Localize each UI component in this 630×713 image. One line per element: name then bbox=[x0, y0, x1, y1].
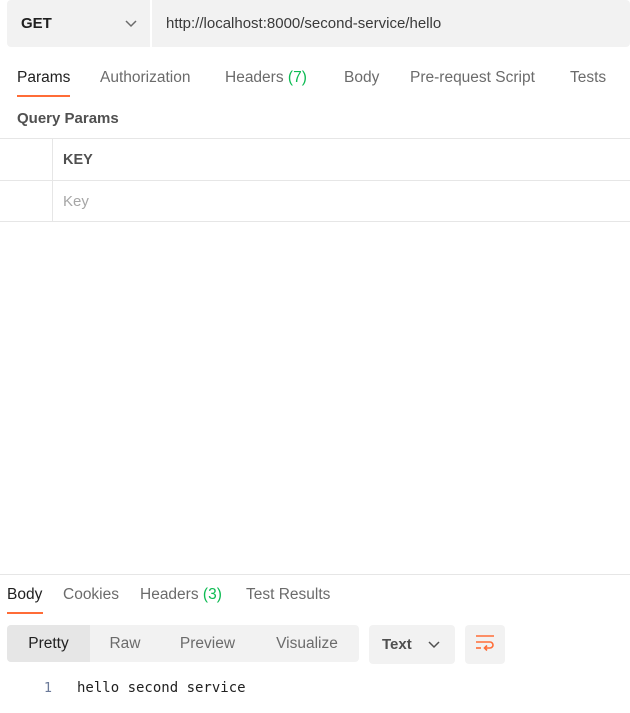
request-bar: GET http://localhost:8000/second-service… bbox=[7, 0, 630, 47]
wrap-lines-icon bbox=[474, 633, 496, 656]
resp-tab-body[interactable]: Body bbox=[7, 586, 42, 604]
format-label: Text bbox=[382, 636, 412, 653]
resp-tab-test-results-label: Test Results bbox=[246, 586, 331, 603]
chevron-down-icon bbox=[124, 17, 138, 31]
tab-tests[interactable]: Tests bbox=[570, 69, 606, 87]
tab-headers-count: (7) bbox=[287, 69, 307, 86]
view-raw-button[interactable]: Raw bbox=[90, 625, 160, 662]
wrap-lines-button[interactable] bbox=[465, 625, 505, 664]
resp-tab-headers-label: Headers bbox=[140, 586, 199, 603]
tab-body-label: Body bbox=[344, 69, 380, 86]
active-resp-tab-underline bbox=[7, 612, 43, 614]
line-number: 1 bbox=[43, 680, 52, 696]
tab-tests-label: Tests bbox=[570, 69, 607, 86]
format-select[interactable]: Text bbox=[369, 625, 455, 664]
response-divider bbox=[0, 574, 630, 575]
response-body-line: 1 hello second service bbox=[0, 678, 630, 700]
tab-pre-request-script-label: Pre-request Script bbox=[410, 69, 535, 86]
resp-tab-test-results[interactable]: Test Results bbox=[246, 586, 330, 604]
tab-authorization[interactable]: Authorization bbox=[100, 69, 190, 87]
response-body-text: hello second service bbox=[77, 680, 246, 696]
url-text: http://localhost:8000/second-service/hel… bbox=[166, 15, 442, 32]
tab-headers-label: Headers bbox=[225, 69, 284, 86]
resp-tab-headers-count: (3) bbox=[202, 586, 222, 603]
resp-tab-cookies[interactable]: Cookies bbox=[63, 586, 119, 604]
request-tabs: Params Authorization Headers (7) Body Pr… bbox=[0, 58, 630, 98]
method-label: GET bbox=[21, 15, 52, 32]
query-params-title: Query Params bbox=[17, 110, 119, 127]
view-pretty-button[interactable]: Pretty bbox=[7, 625, 90, 662]
resp-tab-headers[interactable]: Headers (3) bbox=[140, 586, 222, 604]
view-mode-group: Pretty Raw Preview Visualize bbox=[7, 625, 359, 662]
resp-tab-body-label: Body bbox=[7, 586, 43, 603]
key-column-header: KEY bbox=[63, 151, 93, 168]
view-visualize-button[interactable]: Visualize bbox=[255, 625, 359, 662]
resp-tab-cookies-label: Cookies bbox=[63, 586, 119, 603]
tab-authorization-label: Authorization bbox=[100, 69, 191, 86]
params-new-row: Key bbox=[0, 180, 630, 222]
checkbox-column bbox=[0, 139, 53, 180]
response-tabs: Body Cookies Headers (3) Test Results bbox=[0, 580, 630, 616]
params-table: KEY Key bbox=[0, 138, 630, 222]
chevron-down-icon bbox=[427, 638, 441, 652]
params-header-row: KEY bbox=[0, 138, 630, 180]
tab-pre-request-script[interactable]: Pre-request Script bbox=[410, 69, 535, 87]
tab-params[interactable]: Params bbox=[17, 69, 70, 87]
url-input[interactable]: http://localhost:8000/second-service/hel… bbox=[152, 0, 630, 47]
tab-params-label: Params bbox=[17, 69, 71, 86]
tab-headers[interactable]: Headers (7) bbox=[225, 69, 307, 87]
active-tab-underline bbox=[17, 95, 70, 97]
method-select[interactable]: GET bbox=[7, 0, 151, 47]
row-checkbox-cell bbox=[0, 181, 53, 221]
key-input[interactable]: Key bbox=[63, 181, 89, 221]
view-preview-button[interactable]: Preview bbox=[160, 625, 255, 662]
tab-body[interactable]: Body bbox=[344, 69, 379, 87]
